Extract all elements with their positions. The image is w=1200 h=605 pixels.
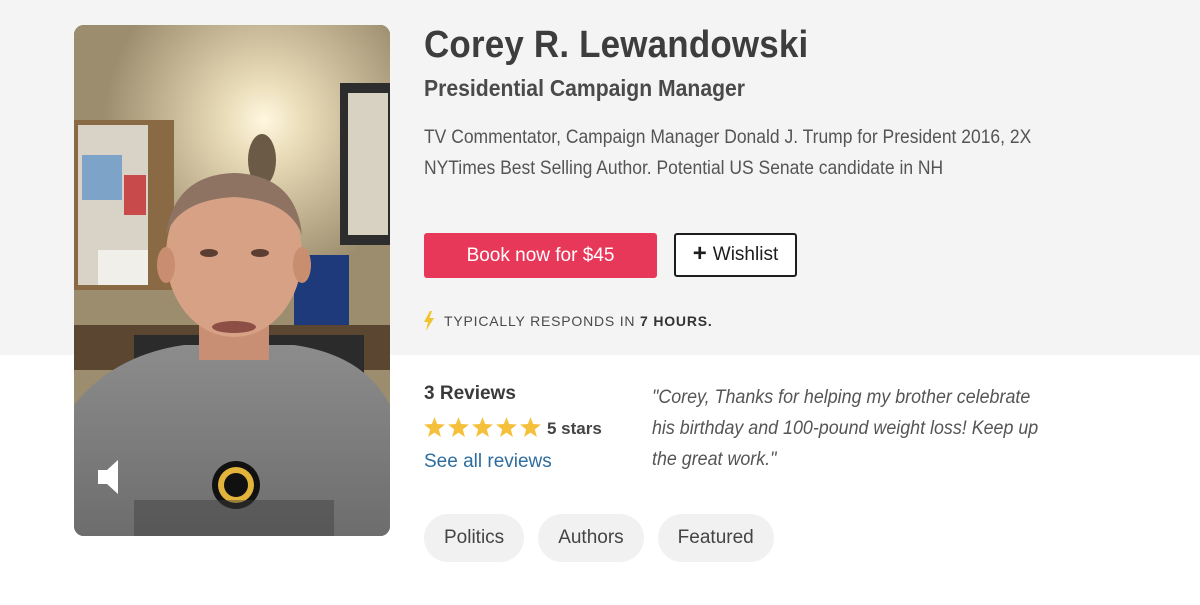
book-now-button[interactable]: Book now for $45: [424, 233, 657, 278]
star-icon: [520, 417, 541, 437]
profile-title: Presidential Campaign Manager: [424, 75, 746, 101]
star-icon: [448, 417, 469, 437]
speaker-icon[interactable]: [96, 457, 130, 497]
profile-name: Corey R. Lewandowski: [424, 24, 809, 66]
tag-politics[interactable]: Politics: [424, 514, 525, 562]
see-all-reviews-link[interactable]: See all reviews: [424, 451, 552, 473]
profile-bio: TV Commentator, Campaign Manager Donald …: [424, 127, 1032, 179]
star-rating: [424, 417, 541, 437]
star-icon: [424, 417, 445, 437]
response-time: TYPICALLY RESPONDS IN 7 HOURS.: [424, 311, 713, 331]
profile-video[interactable]: [74, 25, 390, 536]
tag-featured[interactable]: Featured: [657, 514, 774, 562]
star-icon: [496, 417, 517, 437]
wishlist-button[interactable]: + Wishlist: [674, 233, 797, 277]
wishlist-label: Wishlist: [712, 244, 779, 265]
response-suffix: .: [707, 313, 713, 329]
category-tags: Politics Authors Featured: [424, 514, 774, 562]
tag-authors[interactable]: Authors: [538, 514, 644, 562]
star-icon: [472, 417, 493, 437]
rating-label: 5 stars: [547, 419, 602, 438]
book-now-label: Book now for $45: [466, 244, 615, 266]
response-prefix: TYPICALLY RESPONDS IN: [444, 313, 636, 329]
lightning-icon: [424, 311, 434, 331]
review-quote: "Corey, Thanks for helping my brother ce…: [652, 387, 1039, 470]
response-time-value: 7 HOURS: [640, 313, 708, 329]
reviews-count: 3 Reviews: [424, 383, 516, 404]
plus-icon: +: [692, 240, 707, 267]
